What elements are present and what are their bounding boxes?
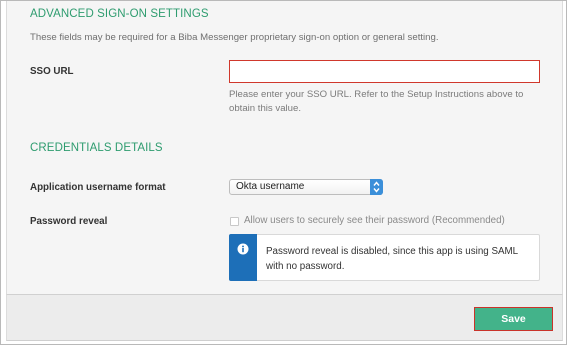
save-button[interactable]: Save (474, 307, 553, 331)
password-reveal-label: Password reveal (30, 216, 108, 227)
select-updown-arrows-icon (370, 179, 383, 195)
password-reveal-checkbox-label[interactable]: Allow users to securely see their passwo… (244, 215, 505, 226)
advanced-sign-on-title: ADVANCED SIGN-ON SETTINGS (30, 8, 209, 20)
settings-frame: ADVANCED SIGN-ON SETTINGS These fields m… (0, 0, 567, 345)
credentials-details-title: CREDENTIALS DETAILS (30, 142, 163, 154)
username-format-label: Application username format (30, 182, 166, 193)
password-reveal-checkbox[interactable] (230, 217, 239, 226)
password-reveal-info-box: Password reveal is disabled, since this … (229, 234, 540, 281)
info-stripe (229, 234, 257, 281)
sso-url-help-text: Please enter your SSO URL. Refer to the … (229, 89, 524, 114)
info-icon (237, 243, 249, 255)
sso-url-label: SSO URL (30, 66, 74, 77)
username-format-selected-value: Okta username (236, 181, 305, 192)
username-format-select[interactable]: Okta username (229, 179, 383, 195)
sso-url-input[interactable] (229, 60, 540, 83)
info-message: Password reveal is disabled, since this … (266, 246, 518, 272)
advanced-sign-on-description: These fields may be required for a Biba … (30, 32, 439, 43)
